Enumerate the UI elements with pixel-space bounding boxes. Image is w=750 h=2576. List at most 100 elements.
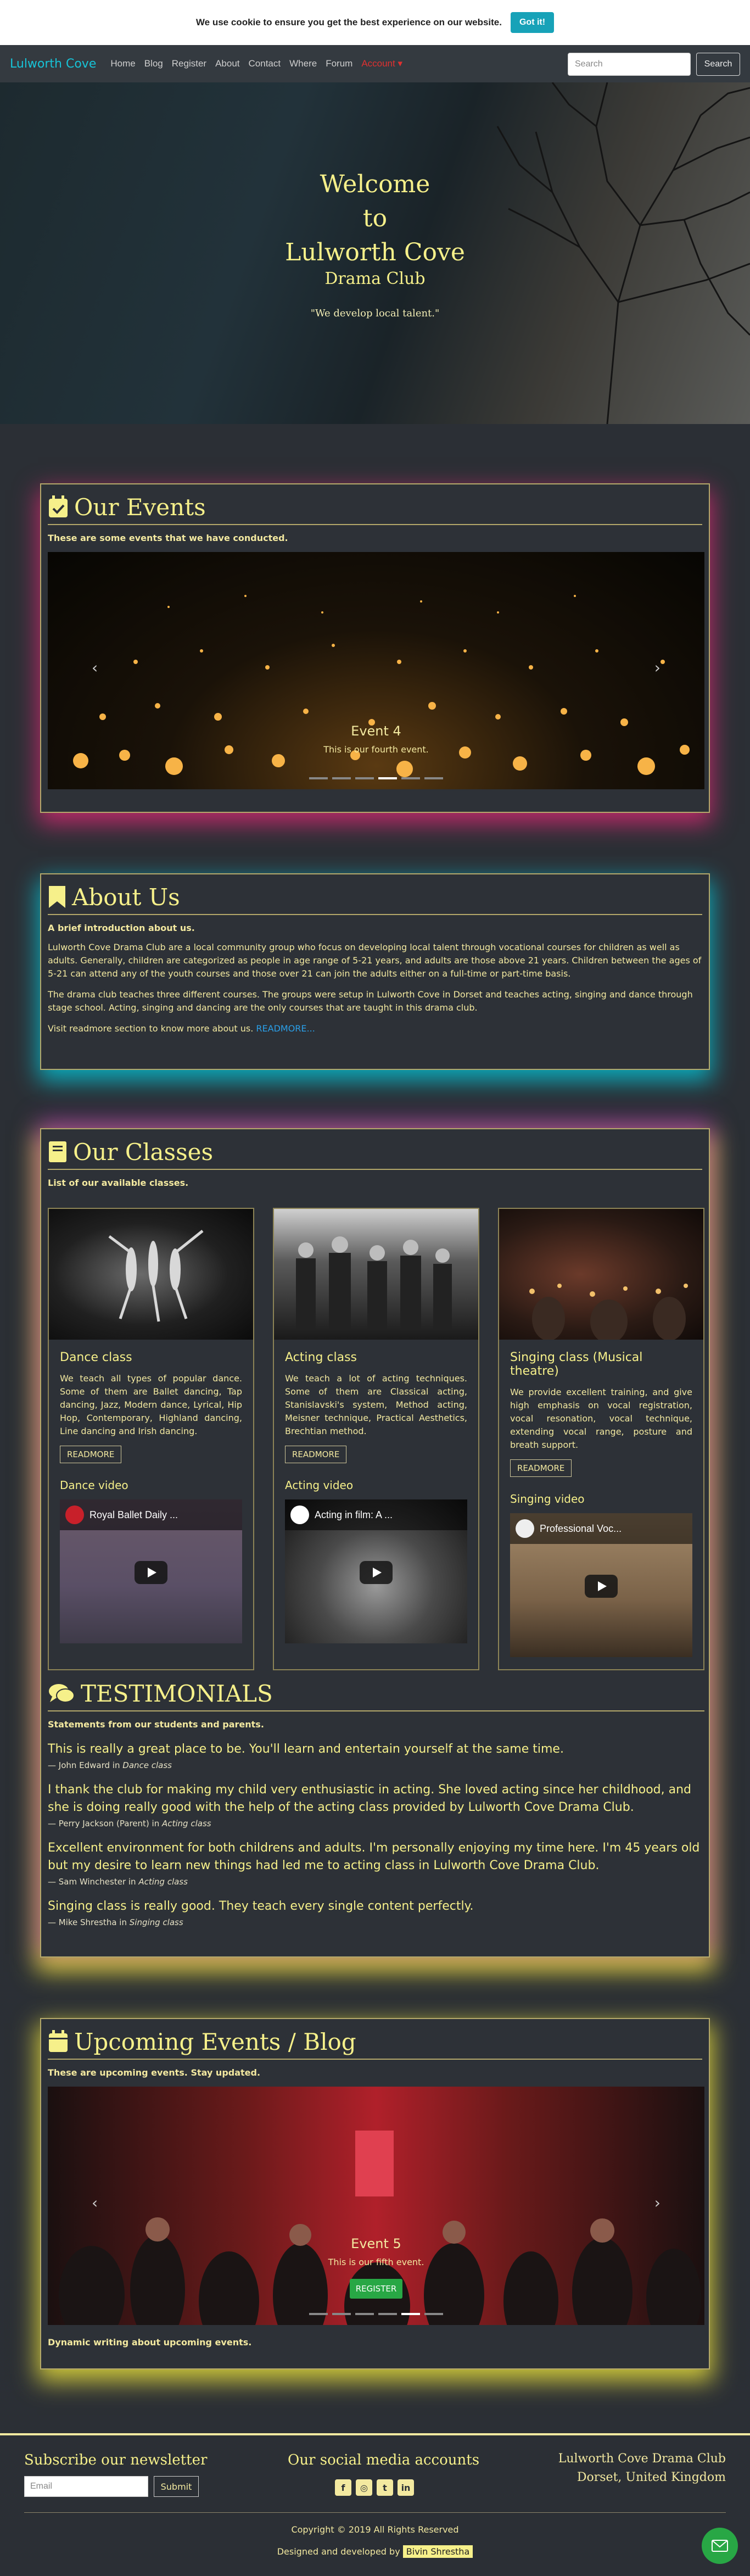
- upcoming-next-arrow[interactable]: ›: [654, 2194, 661, 2212]
- singing-class-title: Singing class (Musical theatre): [510, 1351, 643, 1378]
- upcoming-indicator[interactable]: [378, 2313, 397, 2315]
- testimonial-class: Singing class: [129, 1917, 183, 1927]
- upcoming-carousel[interactable]: ‹ › Event 5 This is our fifth event. REG…: [48, 2087, 704, 2325]
- newsletter-title: Subscribe our newsletter: [24, 2452, 208, 2468]
- events-indicator[interactable]: [424, 777, 443, 779]
- classes-title: Our Classes: [73, 1138, 214, 1166]
- events-indicator[interactable]: [355, 777, 374, 779]
- testimonial-item: I thank the club for making my child ver…: [48, 1781, 704, 1828]
- testimonials-header: TESTIMONIALS: [48, 1676, 704, 1711]
- singing-video-embed[interactable]: Professional Voc...: [510, 1513, 692, 1657]
- about-header: About Us: [48, 880, 702, 915]
- events-indicator[interactable]: [309, 777, 328, 779]
- upcoming-section: Upcoming Events / Blog These are upcomin…: [40, 2018, 710, 2369]
- upcoming-footnote: Dynamic writing about upcoming events.: [48, 2337, 252, 2348]
- upcoming-prev-arrow[interactable]: ‹: [92, 2194, 98, 2212]
- brand-link[interactable]: Lulworth Cove: [10, 57, 96, 71]
- testimonial-author: — Perry Jackson (Parent) in Acting class: [48, 1819, 704, 1828]
- acting-class-image: [274, 1209, 478, 1340]
- events-indicator-active[interactable]: [378, 777, 397, 779]
- acting-class-card: Acting class We teach a lot of acting te…: [273, 1208, 479, 1670]
- bookmark-icon: [49, 886, 65, 908]
- events-prev-arrow[interactable]: ‹: [92, 659, 98, 677]
- dance-readmore-button[interactable]: READMORE: [60, 1446, 122, 1463]
- upcoming-indicators[interactable]: [48, 2313, 704, 2315]
- cookie-accept-button[interactable]: Got it!: [510, 12, 555, 33]
- social-links: f ◎ t in: [335, 2479, 414, 2496]
- testimonial-item: This is really a great place to be. You'…: [48, 1741, 704, 1770]
- singing-readmore-button[interactable]: READMORE: [510, 1459, 572, 1477]
- facebook-icon[interactable]: f: [335, 2479, 351, 2496]
- events-section: Our Events These are some events that we…: [40, 483, 710, 813]
- newsletter-email-input[interactable]: Email: [24, 2476, 148, 2497]
- singing-class-description: We provide excellent training, and give …: [510, 1387, 692, 1450]
- events-carousel[interactable]: ‹ › Event 4 This is our fourth event.: [48, 552, 704, 789]
- copyright-text: Copyright © 2019 All Rights Reserved: [291, 2524, 459, 2535]
- page-footer: Subscribe our newsletter Email Submit Ou…: [0, 2433, 750, 2576]
- register-button[interactable]: REGISTER: [350, 2279, 402, 2299]
- nav-about[interactable]: About: [215, 58, 239, 69]
- camera-aperture-icon: [290, 1506, 309, 1524]
- about-lead: A brief introduction about us.: [48, 923, 195, 933]
- events-indicator[interactable]: [332, 777, 351, 779]
- envelope-icon[interactable]: [702, 2528, 738, 2564]
- acting-video-embed[interactable]: Acting in film: A ...: [285, 1499, 467, 1643]
- dancers-silhouette-image: [108, 1230, 204, 1322]
- acting-class-title: Acting class: [285, 1351, 357, 1364]
- singing-video-header: Professional Voc...: [510, 1513, 692, 1544]
- upcoming-indicator[interactable]: [309, 2313, 328, 2315]
- singing-video-title: Singing video: [510, 1492, 585, 1506]
- dance-class-image: [49, 1209, 253, 1340]
- newsletter-submit-button[interactable]: Submit: [154, 2476, 199, 2497]
- testimonial-class: Dance class: [122, 1760, 172, 1770]
- search-input[interactable]: Search: [568, 53, 691, 76]
- testimonial-author-name: — Sam Winchester in: [48, 1877, 136, 1887]
- events-slide-text: This is our fourth event.: [323, 744, 429, 755]
- hero-banner: Welcome to Lulworth Cove Drama Club "We …: [0, 82, 750, 424]
- events-lead: These are some events that we have condu…: [48, 533, 288, 543]
- upcoming-indicator[interactable]: [424, 2313, 443, 2315]
- upcoming-indicator-active[interactable]: [401, 2313, 420, 2315]
- comments-icon: [49, 1684, 75, 1703]
- events-indicator[interactable]: [401, 777, 420, 779]
- testimonials-title: TESTIMONIALS: [81, 1680, 273, 1707]
- upcoming-header: Upcoming Events / Blog: [48, 2025, 702, 2060]
- testimonial-quote: This is really a great place to be. You'…: [48, 1742, 564, 1756]
- acting-video-label: Acting in film: A ...: [315, 1509, 393, 1520]
- hero-club-name: Lulworth Cove: [285, 238, 465, 266]
- choir-candlelight-image: [529, 1284, 688, 1340]
- cookie-text: We use cookie to ensure you get the best…: [195, 17, 502, 27]
- footer-divider: [24, 2512, 726, 2513]
- testimonials-lead: Statements from our students and parents…: [48, 1719, 264, 1730]
- designed-by-text: Designed and developed by: [277, 2546, 400, 2557]
- acting-readmore-button[interactable]: READMORE: [285, 1446, 347, 1463]
- linkedin-icon[interactable]: in: [398, 2479, 414, 2496]
- nav-where[interactable]: Where: [289, 58, 317, 69]
- testimonial-author: — Sam Winchester in Acting class: [48, 1877, 704, 1887]
- instagram-icon[interactable]: ◎: [356, 2479, 372, 2496]
- nav-home[interactable]: Home: [110, 58, 135, 69]
- social-title: Our social media accounts: [288, 2452, 480, 2468]
- twitter-icon[interactable]: t: [377, 2479, 393, 2496]
- testimonial-item: Singing class is really good. They teach…: [48, 1898, 704, 1927]
- testimonial-author-name: — Perry Jackson (Parent) in: [48, 1819, 160, 1828]
- events-next-arrow[interactable]: ›: [654, 659, 661, 677]
- nav-register[interactable]: Register: [172, 58, 206, 69]
- nav-contact[interactable]: Contact: [249, 58, 281, 69]
- nav-forum[interactable]: Forum: [326, 58, 352, 69]
- about-title: About Us: [72, 883, 180, 911]
- nav-account-dropdown[interactable]: Account ▾: [361, 58, 402, 69]
- dance-video-embed[interactable]: Royal Ballet Daily ...: [60, 1499, 242, 1643]
- upcoming-indicator[interactable]: [332, 2313, 351, 2315]
- testimonial-author: — Mike Shrestha in Singing class: [48, 1917, 704, 1927]
- search-button[interactable]: Search: [696, 53, 740, 76]
- upcoming-indicator[interactable]: [355, 2313, 374, 2315]
- about-readmore-link[interactable]: READMORE...: [256, 1023, 315, 1034]
- play-icon[interactable]: [585, 1575, 618, 1598]
- play-icon[interactable]: [360, 1561, 393, 1584]
- events-indicators[interactable]: [48, 777, 704, 779]
- testimonial-quote: Singing class is really good. They teach…: [48, 1899, 474, 1913]
- play-icon[interactable]: [135, 1561, 167, 1584]
- hero-subtitle: Drama Club: [324, 269, 426, 288]
- nav-blog[interactable]: Blog: [144, 58, 163, 69]
